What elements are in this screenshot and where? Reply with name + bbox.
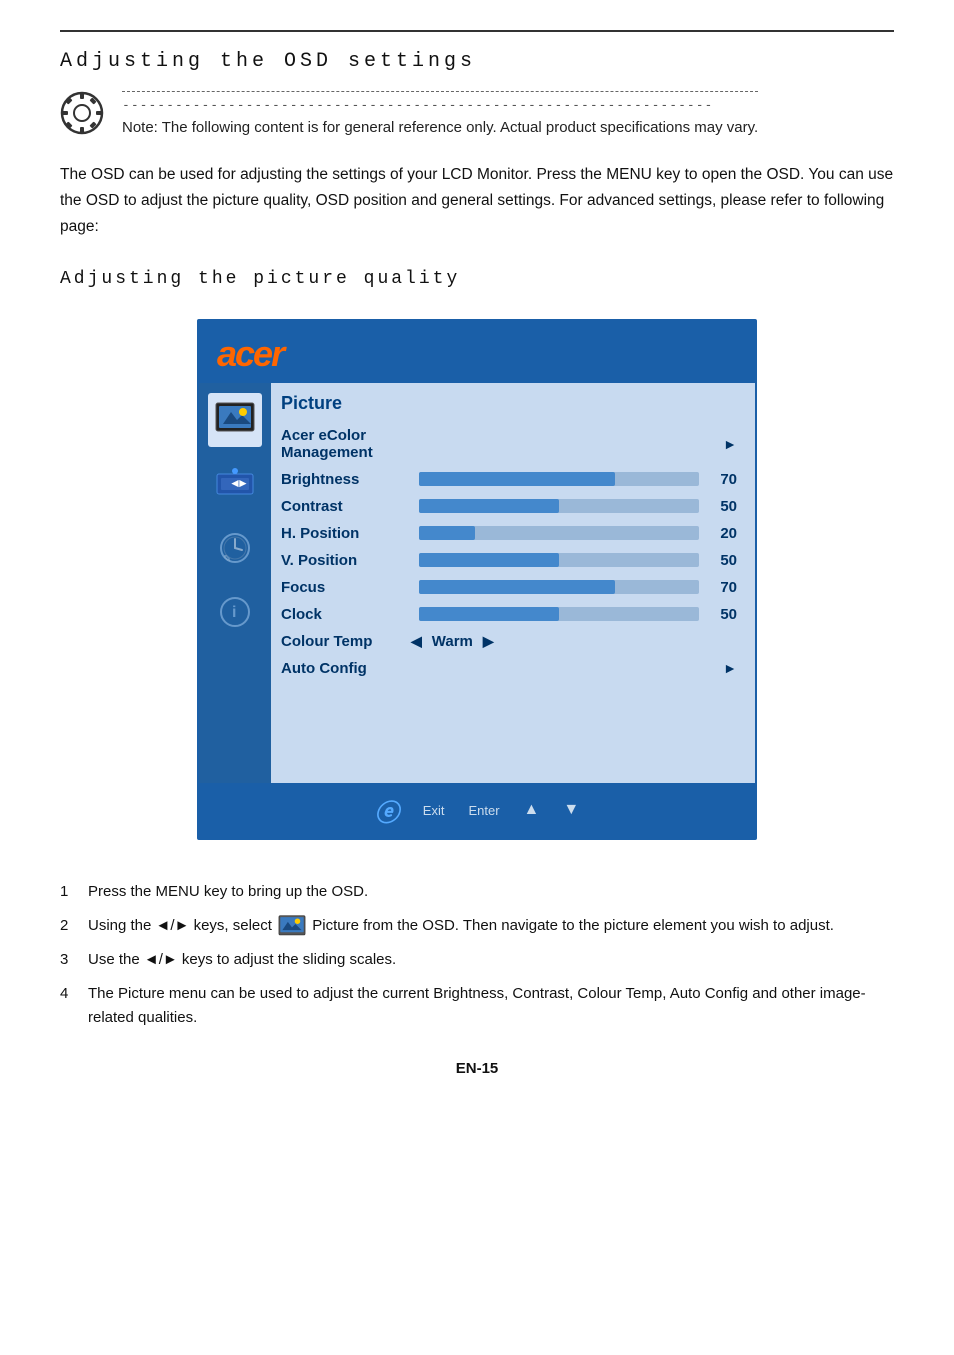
vposition-fill	[419, 553, 559, 567]
instruction-2: 2 Using the ◄/► keys, select Picture fro…	[60, 914, 894, 938]
focus-slider[interactable]	[419, 580, 699, 594]
instruction-text-3: Use the ◄/► keys to adjust the sliding s…	[88, 948, 894, 972]
instruction-4: 4 The Picture menu can be used to adjust…	[60, 982, 894, 1030]
vposition-label: V. Position	[281, 552, 411, 569]
osd-content: Picture Acer eColor Management ► Brightn…	[271, 383, 755, 783]
autoconfig-arrow: ►	[723, 660, 737, 676]
vposition-value: 50	[707, 552, 737, 569]
osd-row-focus: Focus 70	[281, 576, 737, 599]
acer-logo: acer	[217, 333, 737, 375]
osd-row-hposition: H. Position 20	[281, 522, 737, 545]
svg-text:►: ►	[237, 476, 249, 490]
instruction-num-3: 3	[60, 948, 88, 972]
info-icon: i	[215, 594, 255, 630]
osd-up-arrow[interactable]: ▲	[524, 801, 540, 819]
osd-row-brightness: Brightness 70	[281, 468, 737, 491]
section2-title: Adjusting the picture quality	[60, 269, 894, 289]
clock-label: Clock	[281, 606, 411, 623]
clock-icon: ✎	[215, 530, 255, 566]
clock-fill	[419, 607, 559, 621]
osd-down-arrow[interactable]: ▼	[563, 801, 579, 819]
section1-title: Adjusting the OSD settings	[60, 50, 894, 73]
osd-row-ecolor: Acer eColor Management ►	[281, 424, 737, 464]
sidebar-settings[interactable]: ✎	[208, 521, 262, 575]
note-text: Note: The following content is for gener…	[122, 117, 758, 140]
body-text: The OSD can be used for adjusting the se…	[60, 162, 894, 241]
brightness-label: Brightness	[281, 471, 411, 488]
picture-icon	[215, 402, 255, 438]
osd-row-autoconfig: Auto Config ►	[281, 657, 737, 680]
clock-slider[interactable]	[419, 607, 699, 621]
osd-section-title: Picture	[281, 393, 737, 418]
contrast-label: Contrast	[281, 498, 411, 515]
instruction-num-4: 4	[60, 982, 88, 1006]
focus-fill	[419, 580, 615, 594]
colourtemp-right[interactable]: ▶	[483, 633, 494, 650]
page-number: EN-15	[60, 1060, 894, 1077]
osd-body: ◄ ► ✎	[199, 383, 755, 783]
instruction-3: 3 Use the ◄/► keys to adjust the sliding…	[60, 948, 894, 972]
sidebar-info[interactable]: i	[208, 585, 262, 639]
colourtemp-value: Warm	[432, 633, 473, 650]
contrast-value: 50	[707, 498, 737, 515]
hposition-fill	[419, 526, 475, 540]
note-dashes: ----------------------------------------…	[122, 98, 758, 113]
osd-row-colourtemp: Colour Temp ◀ Warm ▶	[281, 630, 737, 653]
brightness-slider[interactable]	[419, 472, 699, 486]
contrast-fill	[419, 499, 559, 513]
brightness-value: 70	[707, 471, 737, 488]
note-icon	[60, 91, 104, 135]
hposition-slider[interactable]	[419, 526, 699, 540]
clock-value: 50	[707, 606, 737, 623]
ecolor-arrow: ►	[723, 436, 737, 452]
osd-enter-label: Enter	[468, 803, 499, 818]
hposition-label: H. Position	[281, 525, 411, 542]
osd-row-clock: Clock 50	[281, 603, 737, 626]
osd-header: acer	[199, 321, 755, 383]
osd-sidebar: ◄ ► ✎	[199, 383, 271, 783]
sidebar-picture[interactable]	[208, 393, 262, 447]
colourtemp-left[interactable]: ◀	[411, 633, 422, 650]
brightness-icon: ◄ ►	[215, 466, 255, 502]
osd-row-vposition: V. Position 50	[281, 549, 737, 572]
vposition-slider[interactable]	[419, 553, 699, 567]
osd-footer: ⓔ Exit Enter ▲ ▼	[199, 783, 755, 838]
note-box: ----------------------------------------…	[60, 91, 894, 140]
svg-text:i: i	[232, 604, 236, 621]
osd-exit-label: Exit	[423, 803, 445, 818]
focus-label: Focus	[281, 579, 411, 596]
colourtemp-label: Colour Temp	[281, 633, 411, 650]
instruction-num-1: 1	[60, 880, 88, 904]
brightness-fill	[419, 472, 615, 486]
top-divider	[60, 30, 894, 32]
osd-e-icon: ⓔ	[375, 793, 399, 828]
osd-menu: acer ◄	[197, 319, 757, 840]
sidebar-brightness[interactable]: ◄ ►	[208, 457, 262, 511]
picture-inline-icon	[278, 915, 306, 937]
hposition-value: 20	[707, 525, 737, 542]
ecolor-label: Acer eColor Management	[281, 427, 411, 461]
note-content: ----------------------------------------…	[122, 91, 758, 140]
focus-value: 70	[707, 579, 737, 596]
contrast-slider[interactable]	[419, 499, 699, 513]
settings-icon	[60, 91, 104, 135]
instruction-text-1: Press the MENU key to bring up the OSD.	[88, 880, 894, 904]
instruction-num-2: 2	[60, 914, 88, 938]
svg-text:✎: ✎	[223, 554, 231, 565]
instruction-text-2: Using the ◄/► keys, select Picture from …	[88, 914, 894, 938]
autoconfig-label: Auto Config	[281, 660, 411, 677]
instructions: 1 Press the MENU key to bring up the OSD…	[60, 880, 894, 1030]
osd-row-contrast: Contrast 50	[281, 495, 737, 518]
instruction-1: 1 Press the MENU key to bring up the OSD…	[60, 880, 894, 904]
instruction-text-4: The Picture menu can be used to adjust t…	[88, 982, 894, 1030]
